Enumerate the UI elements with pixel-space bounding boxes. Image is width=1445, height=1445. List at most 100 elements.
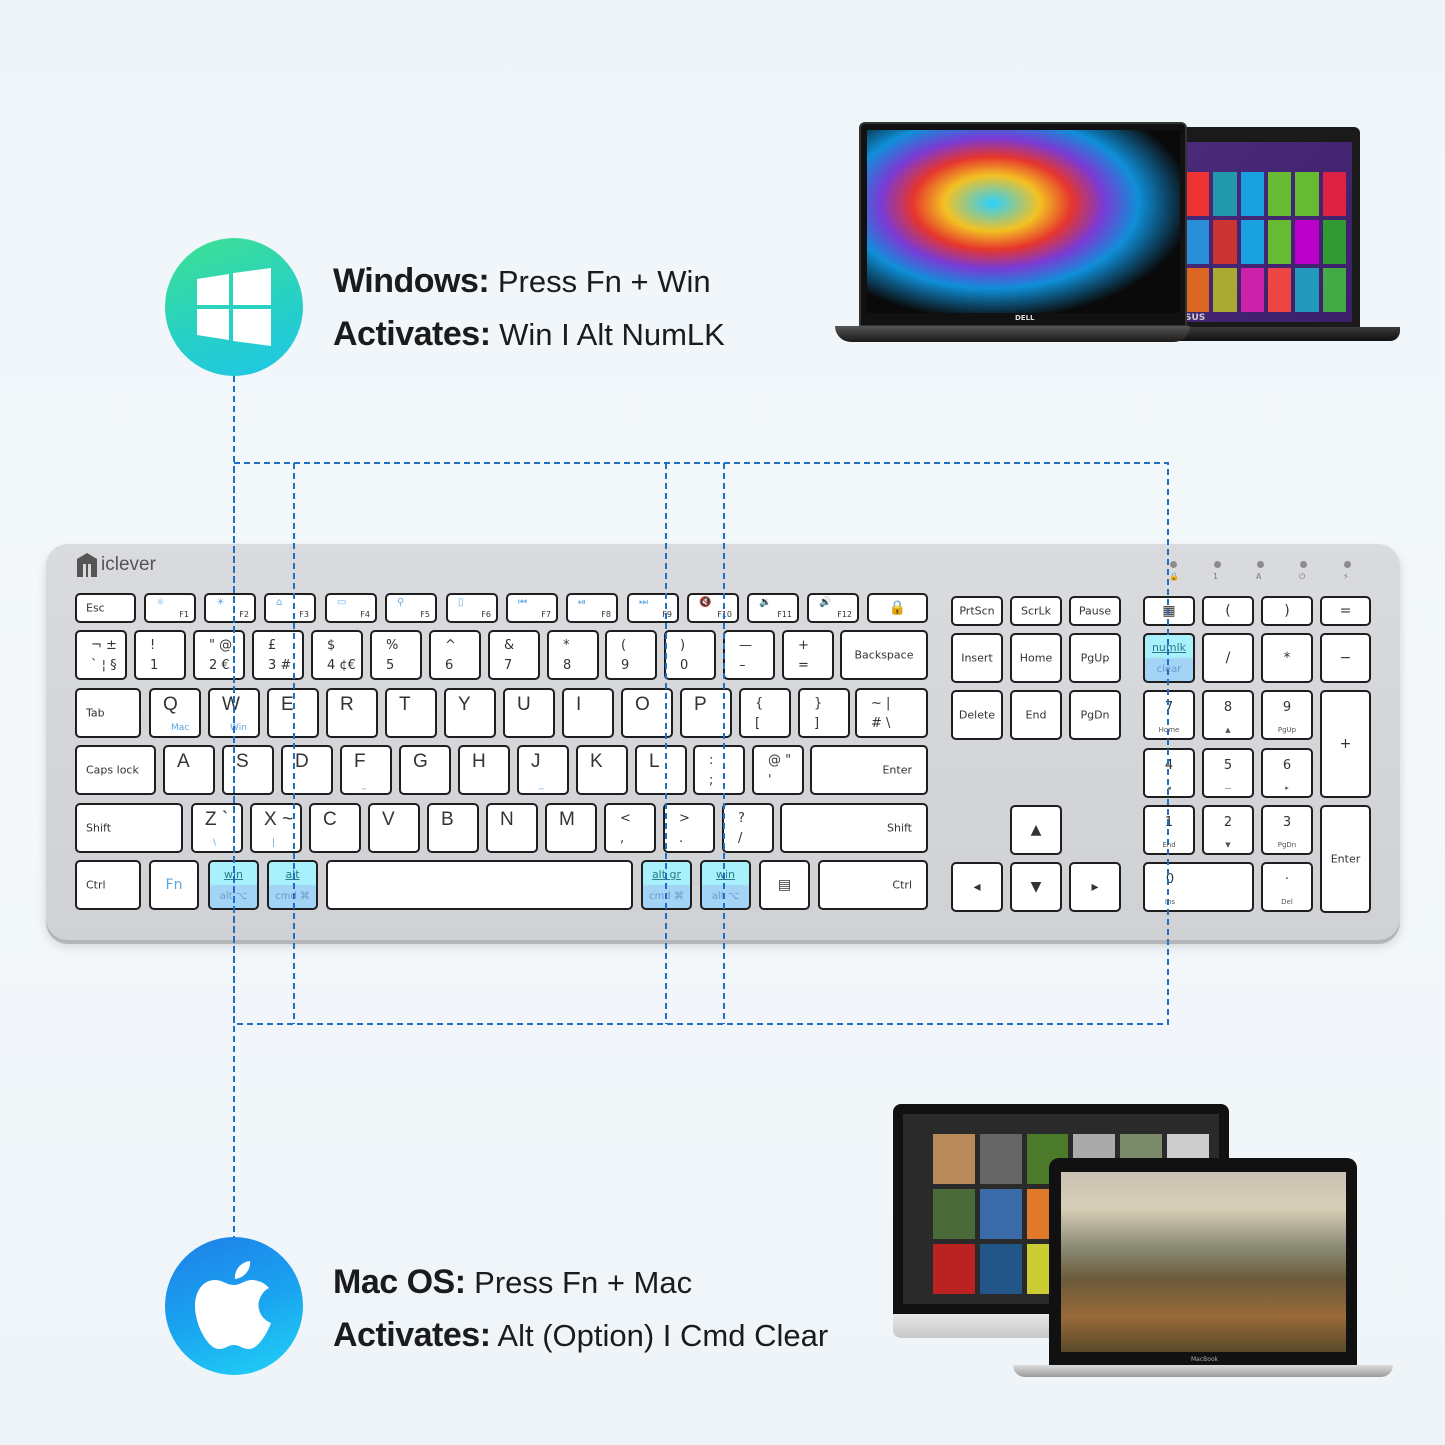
- key-num6[interactable]: 6 ▸: [1261, 748, 1313, 798]
- key-pause[interactable]: Pause: [1069, 596, 1121, 626]
- key-left-alt[interactable]: alt cmd ⌘: [267, 860, 318, 910]
- key-period[interactable]: >.: [663, 803, 715, 853]
- key-d[interactable]: D: [281, 745, 333, 795]
- key-f6[interactable]: ▯ F6: [446, 593, 498, 623]
- key-arrow-left[interactable]: ◂: [951, 862, 1003, 912]
- key-fn-lock[interactable]: 🔒: [867, 593, 928, 623]
- key-num1[interactable]: 1 End: [1143, 805, 1195, 855]
- key-t[interactable]: T: [385, 688, 437, 738]
- key-1[interactable]: ! 1: [134, 630, 186, 680]
- key-x[interactable]: X ~ |: [250, 803, 302, 853]
- key-7[interactable]: & 7: [488, 630, 540, 680]
- key-enter[interactable]: Enter: [810, 745, 928, 795]
- key-minus[interactable]: — –: [723, 630, 775, 680]
- key-rbracket[interactable]: }]: [798, 688, 850, 738]
- key-num8[interactable]: 8 ▲: [1202, 690, 1254, 740]
- key-num-lparen[interactable]: (: [1202, 596, 1254, 626]
- key-right-win[interactable]: win alt ⌥: [700, 860, 751, 910]
- key-esc[interactable]: Esc: [75, 593, 136, 623]
- key-f10[interactable]: 🔇 F10: [687, 593, 739, 623]
- key-fn[interactable]: Fn: [149, 860, 199, 910]
- key-num4[interactable]: 4 ◂: [1143, 748, 1195, 798]
- key-calculator[interactable]: ▦: [1143, 596, 1195, 626]
- key-slash[interactable]: ? /: [722, 803, 774, 853]
- key-hash[interactable]: ~ | # \: [855, 688, 928, 738]
- key-y[interactable]: Y: [444, 688, 496, 738]
- key-caps-lock[interactable]: Caps lock: [75, 745, 156, 795]
- key-scrlk[interactable]: ScrLk: [1010, 596, 1062, 626]
- key-s[interactable]: S: [222, 745, 274, 795]
- key-3[interactable]: £3 #: [252, 630, 304, 680]
- key-f5[interactable]: ⚲ F5: [385, 593, 437, 623]
- key-pgdn[interactable]: PgDn: [1069, 690, 1121, 740]
- key-lbracket[interactable]: {[: [739, 688, 791, 738]
- key-menu[interactable]: ▤: [759, 860, 810, 910]
- key-num0[interactable]: 0 Ins: [1143, 862, 1254, 912]
- key-end[interactable]: End: [1010, 690, 1062, 740]
- key-0[interactable]: ) 0: [664, 630, 716, 680]
- key-f3[interactable]: ⌂ F3: [264, 593, 316, 623]
- key-backspace[interactable]: Backspace: [840, 630, 928, 680]
- key-num5[interactable]: 5—: [1202, 748, 1254, 798]
- key-8[interactable]: * 8: [547, 630, 599, 680]
- key-left-win[interactable]: win alt ⌥: [208, 860, 259, 910]
- key-quote[interactable]: @ " ': [752, 745, 804, 795]
- key-num-star[interactable]: *: [1261, 633, 1313, 683]
- key-right-ctrl[interactable]: Ctrl: [818, 860, 928, 910]
- key-6[interactable]: ^ 6: [429, 630, 481, 680]
- key-b[interactable]: B: [427, 803, 479, 853]
- key-num9[interactable]: 9 PgUp: [1261, 690, 1313, 740]
- key-pgup[interactable]: PgUp: [1069, 633, 1121, 683]
- key-left-ctrl[interactable]: Ctrl: [75, 860, 141, 910]
- key-9[interactable]: (9: [605, 630, 657, 680]
- key-num7[interactable]: 7 Home: [1143, 690, 1195, 740]
- key-comma[interactable]: <,: [604, 803, 656, 853]
- key-arrow-right[interactable]: ▸: [1069, 862, 1121, 912]
- key-e[interactable]: E: [267, 688, 319, 738]
- key-space[interactable]: [326, 860, 633, 910]
- key-backtick[interactable]: ¬ ± ` ¦ §: [75, 630, 127, 680]
- key-home[interactable]: Home: [1010, 633, 1062, 683]
- key-left-shift[interactable]: Shift: [75, 803, 183, 853]
- key-k[interactable]: K: [576, 745, 628, 795]
- key-num-enter[interactable]: Enter: [1320, 805, 1371, 913]
- key-num-rparen[interactable]: ): [1261, 596, 1313, 626]
- key-num2[interactable]: 2 ▼: [1202, 805, 1254, 855]
- key-insert[interactable]: Insert: [951, 633, 1003, 683]
- key-c[interactable]: C: [309, 803, 361, 853]
- key-a[interactable]: A: [163, 745, 215, 795]
- key-num-dot[interactable]: · Del: [1261, 862, 1313, 912]
- key-2[interactable]: " @ 2 €: [193, 630, 245, 680]
- key-numlk[interactable]: numlk clear: [1143, 633, 1195, 683]
- key-l[interactable]: L: [635, 745, 687, 795]
- key-num3[interactable]: 3 PgDn: [1261, 805, 1313, 855]
- key-right-shift[interactable]: Shift: [780, 803, 928, 853]
- key-semicolon[interactable]: :;: [693, 745, 745, 795]
- key-4[interactable]: $4 ¢€: [311, 630, 363, 680]
- key-g[interactable]: G: [399, 745, 451, 795]
- key-delete[interactable]: Delete: [951, 690, 1003, 740]
- key-tab[interactable]: Tab: [75, 688, 141, 738]
- key-h[interactable]: H: [458, 745, 510, 795]
- key-equals[interactable]: + =: [782, 630, 834, 680]
- key-f4[interactable]: ▭ F4: [325, 593, 377, 623]
- key-u[interactable]: U: [503, 688, 555, 738]
- key-n[interactable]: N: [486, 803, 538, 853]
- key-num-slash[interactable]: /: [1202, 633, 1254, 683]
- key-f7[interactable]: ⏮ F7: [506, 593, 558, 623]
- key-f11[interactable]: 🔉 F11: [747, 593, 799, 623]
- key-prtscn[interactable]: PrtScn: [951, 596, 1003, 626]
- key-arrow-down[interactable]: ▼: [1010, 862, 1062, 912]
- key-f8[interactable]: ⏯ F8: [566, 593, 618, 623]
- key-z[interactable]: Z ` \: [191, 803, 243, 853]
- key-5[interactable]: % 5: [370, 630, 422, 680]
- key-p[interactable]: P: [680, 688, 732, 738]
- key-arrow-up[interactable]: ▲: [1010, 805, 1062, 855]
- key-r[interactable]: R: [326, 688, 378, 738]
- key-f12[interactable]: 🔊 F12: [807, 593, 859, 623]
- key-v[interactable]: V: [368, 803, 420, 853]
- key-i[interactable]: I: [562, 688, 614, 738]
- key-f1[interactable]: ☼ F1: [144, 593, 196, 623]
- key-f2[interactable]: ☀ F2: [204, 593, 256, 623]
- key-num-plus[interactable]: +: [1320, 690, 1371, 798]
